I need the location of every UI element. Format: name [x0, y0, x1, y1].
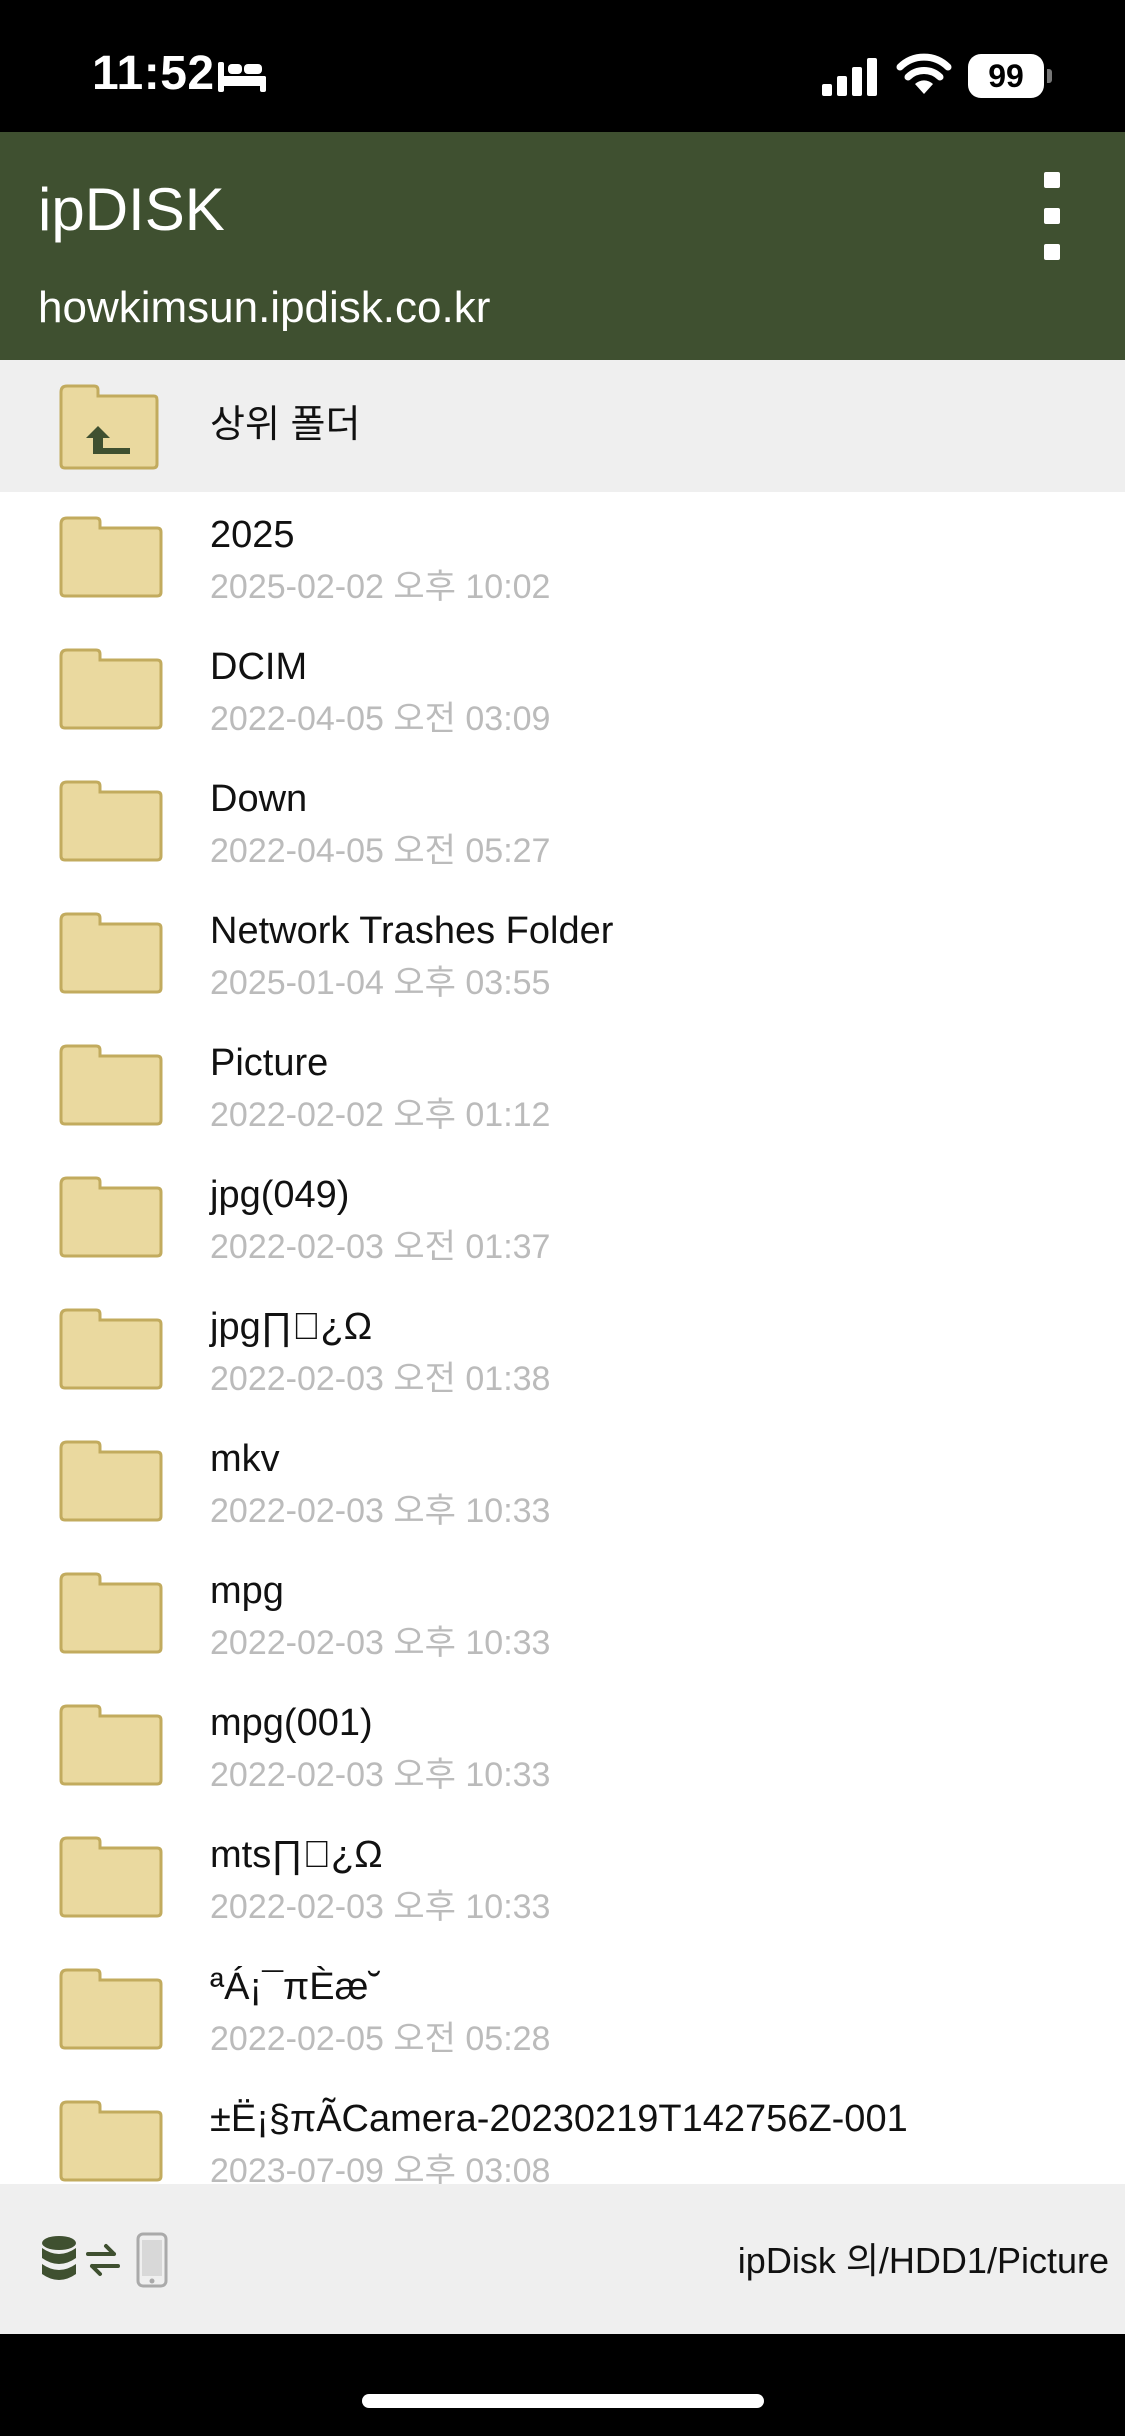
folder-date: 2023-07-09 오후 03:08: [210, 2152, 551, 2184]
folder-icon: [59, 1704, 163, 1786]
folder-icon: [59, 1440, 163, 1522]
folder-icon: [59, 780, 163, 862]
folder-icon: [59, 2100, 163, 2182]
folder-row[interactable]: Network Trashes Folder 2025-01-04 오후 03:5…: [0, 888, 1125, 1020]
folder-row[interactable]: DCIM 2022-04-05 오전 03:09: [0, 624, 1125, 756]
folder-row[interactable]: Down 2022-04-05 오전 05:27: [0, 756, 1125, 888]
folder-date: 2022-02-03 오전 01:38: [210, 1360, 551, 1398]
battery-indicator: 99: [968, 54, 1052, 98]
folder-row[interactable]: ±Ë¡§πÃCamera-20230219T142756Z-001 2023-07…: [0, 2076, 1125, 2184]
file-list: 상위 폴더 2025 2025-02-02 오후 10:02 DCIM 2022-04…: [0, 360, 1125, 2184]
folder-name: mpg(001): [210, 1702, 373, 1744]
folder-date: 2022-02-05 오전 05:28: [210, 2020, 551, 2058]
folder-name: ªÁ¡¯πÈæ˘: [210, 1966, 382, 2008]
folder-date: 2022-02-03 오후 10:33: [210, 1624, 551, 1662]
more-vertical-icon-dot: [1044, 208, 1060, 224]
folder-icon: [59, 516, 163, 598]
folder-name: Network Trashes Folder: [210, 910, 614, 952]
folder-name: mts∏¿Ω: [210, 1834, 383, 1876]
parent-folder-label: 상위 폴더: [210, 404, 361, 446]
bottom-bar: ipDisk 의/HDD1/Picture: [0, 2184, 1125, 2334]
folder-name: Picture: [210, 1042, 329, 1084]
swap-icon[interactable]: [86, 2240, 120, 2280]
folder-name: DCIM: [210, 646, 308, 688]
folder-date: 2022-02-03 오전 01:37: [210, 1228, 551, 1266]
folder-row[interactable]: mpg 2022-02-03 오후 10:33: [0, 1548, 1125, 1680]
folder-name: 2025: [210, 514, 295, 556]
battery-tip: [1047, 69, 1052, 83]
app-title: ipDISK: [38, 176, 225, 243]
battery-level: 99: [968, 54, 1044, 98]
folder-icon: [59, 1836, 163, 1918]
status-bar: 11:52 99: [0, 0, 1125, 132]
folder-name: mpg: [210, 1570, 284, 1612]
folder-date: 2022-04-05 오전 05:27: [210, 832, 551, 870]
folder-icon: [59, 648, 163, 730]
wifi-icon: [896, 53, 952, 94]
more-menu-button[interactable]: [1020, 164, 1084, 274]
status-time: 11:52: [92, 47, 215, 100]
folder-name: mkv: [210, 1438, 280, 1480]
folder-icon: [59, 1572, 163, 1654]
folder-row[interactable]: mpg(001) 2022-02-03 오후 10:33: [0, 1680, 1125, 1812]
folder-date: 2022-04-05 오전 03:09: [210, 700, 551, 738]
more-vertical-icon-dot: [1044, 244, 1060, 260]
folder-row[interactable]: jpg∏¿Ω 2022-02-03 오전 01:38: [0, 1284, 1125, 1416]
cellular-signal-icon: [822, 58, 877, 96]
phone-icon[interactable]: [136, 2232, 168, 2288]
folder-name: jpg(049): [210, 1174, 350, 1216]
folder-row[interactable]: ªÁ¡¯πÈæ˘ 2022-02-05 오전 05:28: [0, 1944, 1125, 2076]
folder-icon: [59, 1308, 163, 1390]
folder-up-icon: [59, 384, 159, 470]
folder-date: 2025-01-04 오후 03:55: [210, 964, 551, 1002]
folder-row[interactable]: 2025 2025-02-02 오후 10:02: [0, 492, 1125, 624]
home-indicator[interactable]: [362, 2394, 764, 2408]
app-header: ipDISK howkimsun.ipdisk.co.kr: [0, 132, 1125, 360]
home-area: [0, 2334, 1125, 2436]
folder-name: ±Ë¡§πÃCamera-20230219T142756Z-001: [210, 2098, 908, 2140]
folder-icon: [59, 1968, 163, 2050]
folder-icon: [59, 912, 163, 994]
folder-row[interactable]: mkv 2022-02-03 오후 10:33: [0, 1416, 1125, 1548]
bed-icon: [218, 62, 266, 92]
folder-date: 2022-02-03 오후 10:33: [210, 1756, 551, 1794]
folder-name: jpg∏¿Ω: [210, 1306, 372, 1348]
server-address: howkimsun.ipdisk.co.kr: [38, 283, 491, 332]
folder-date: 2025-02-02 오후 10:02: [210, 568, 551, 606]
folder-row[interactable]: mts∏¿Ω 2022-02-03 오후 10:33: [0, 1812, 1125, 1944]
current-path: ipDisk 의/HDD1/Picture: [737, 2240, 1109, 2281]
folder-date: 2022-02-03 오후 10:33: [210, 1888, 551, 1926]
more-vertical-icon: [1044, 172, 1060, 188]
folder-row[interactable]: Picture 2022-02-02 오후 01:12: [0, 1020, 1125, 1152]
parent-folder-row[interactable]: 상위 폴더: [0, 360, 1125, 492]
folder-date: 2022-02-03 오후 10:33: [210, 1492, 551, 1530]
folder-icon: [59, 1044, 163, 1126]
folder-row[interactable]: jpg(049) 2022-02-03 오전 01:37: [0, 1152, 1125, 1284]
folder-date: 2022-02-02 오후 01:12: [210, 1096, 551, 1134]
folder-name: Down: [210, 778, 308, 820]
folder-icon: [59, 1176, 163, 1258]
database-icon[interactable]: [40, 2234, 78, 2286]
